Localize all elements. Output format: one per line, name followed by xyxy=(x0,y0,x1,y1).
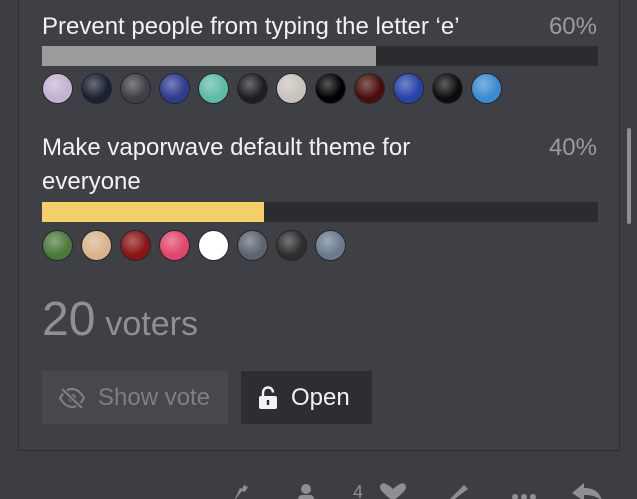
poll-option-bar-fill xyxy=(42,202,265,222)
avatar[interactable] xyxy=(198,73,229,104)
heart-icon[interactable] xyxy=(378,483,408,499)
poll-option-label[interactable]: Prevent people from typing the letter ‘e… xyxy=(42,10,502,44)
avatar[interactable] xyxy=(159,73,190,104)
avatar[interactable] xyxy=(42,230,73,261)
avatar[interactable] xyxy=(120,73,151,104)
voter-count-label: voters xyxy=(105,305,198,343)
avatar[interactable] xyxy=(315,73,346,104)
poll-card: Prevent people from typing the letter ‘e… xyxy=(18,0,620,451)
poll-option-bar-fill xyxy=(42,46,376,66)
avatar[interactable] xyxy=(276,230,307,261)
more-icon[interactable] xyxy=(510,483,538,499)
voter-avatars xyxy=(42,230,346,261)
unlock-icon xyxy=(259,385,277,409)
avatar[interactable] xyxy=(276,73,307,104)
avatar[interactable] xyxy=(81,73,112,104)
avatar[interactable] xyxy=(471,73,502,104)
scrollbar[interactable] xyxy=(627,128,631,224)
avatar[interactable] xyxy=(42,73,73,104)
avatar[interactable] xyxy=(393,73,424,104)
show-vote-button[interactable]: Show vote xyxy=(42,371,228,424)
wrench-icon[interactable] xyxy=(230,483,252,499)
open-label: Open xyxy=(291,383,350,411)
open-button[interactable]: Open xyxy=(241,371,372,424)
avatar[interactable] xyxy=(120,230,151,261)
poll-option-bar xyxy=(42,202,598,222)
avatar[interactable] xyxy=(237,73,268,104)
avatar[interactable] xyxy=(159,230,190,261)
avatar[interactable] xyxy=(432,73,463,104)
avatar[interactable] xyxy=(315,230,346,261)
avatar[interactable] xyxy=(354,73,385,104)
voter-count: 20 voters xyxy=(42,292,198,347)
post-action-bar: 4 xyxy=(0,475,637,499)
show-vote-label: Show vote xyxy=(98,383,211,411)
avatar[interactable] xyxy=(198,230,229,261)
avatar[interactable] xyxy=(81,230,112,261)
pencil-icon[interactable] xyxy=(446,483,470,499)
like-count: 4 xyxy=(353,482,364,499)
poll-screen: Prevent people from typing the letter ‘e… xyxy=(0,0,637,499)
voter-avatars xyxy=(42,73,502,104)
reply-icon[interactable] xyxy=(570,483,604,499)
voter-count-number: 20 xyxy=(42,293,96,346)
poll-option-percent: 40% xyxy=(548,134,597,161)
poll-option-percent: 60% xyxy=(548,13,597,40)
eye-slash-icon xyxy=(58,386,86,409)
poll-option-label[interactable]: Make vaporwave default theme for everyon… xyxy=(42,131,502,199)
avatar[interactable] xyxy=(237,230,268,261)
poll-option-bar xyxy=(42,46,598,66)
user-icon[interactable] xyxy=(296,483,316,499)
